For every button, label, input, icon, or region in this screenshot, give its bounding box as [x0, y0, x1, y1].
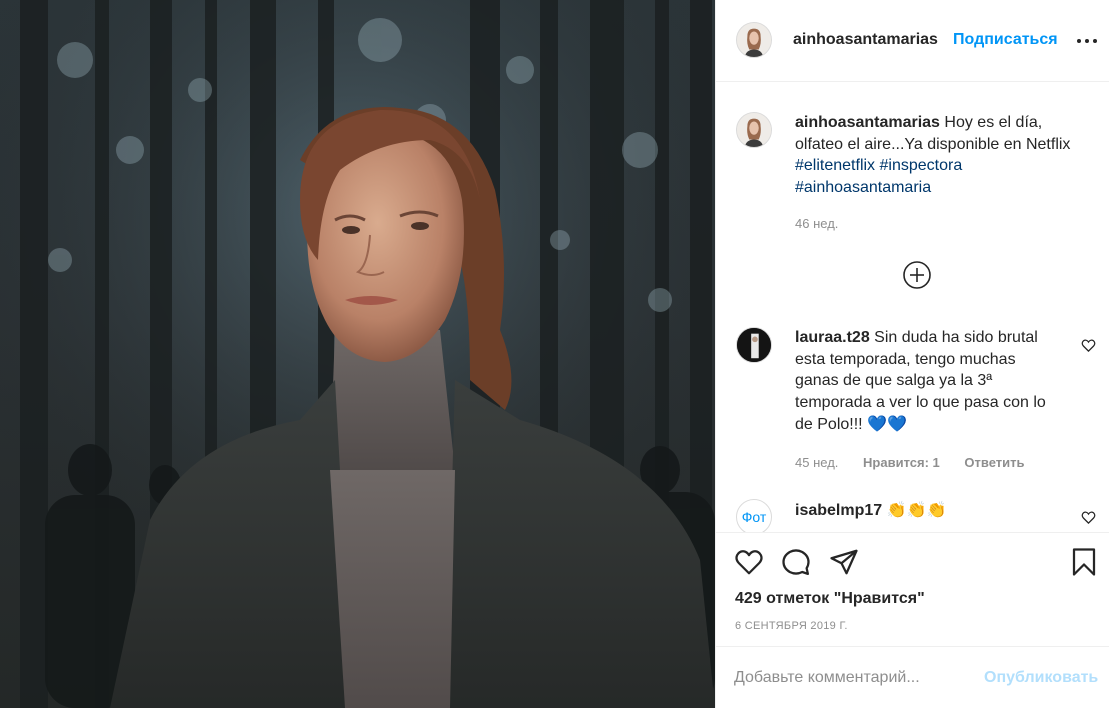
post-photo[interactable] [0, 0, 715, 708]
commenter-avatar[interactable] [736, 327, 772, 363]
plus-circle-icon [903, 261, 931, 289]
comment-item: lauraa.t28 Sin duda ha sido brutal esta … [736, 327, 1096, 477]
author-username[interactable]: ainhoasantamarias [793, 31, 938, 49]
comment-input[interactable] [734, 667, 974, 689]
hashtag-link[interactable]: #inspectora [880, 157, 963, 174]
like-button[interactable] [734, 547, 764, 577]
likes-count[interactable]: 429 отметок "Нравится" [735, 590, 925, 608]
publish-button[interactable]: Опубликовать [984, 669, 1098, 687]
hashtag-link[interactable]: #ainhoasantamaria [795, 179, 931, 196]
comment-username[interactable]: isabelmp17 [795, 502, 882, 519]
caption-author-avatar[interactable] [736, 112, 772, 148]
share-button[interactable] [829, 547, 859, 577]
comment-icon [782, 549, 810, 575]
avatar-portrait-icon [737, 328, 771, 362]
comment-text: lauraa.t28 Sin duda ha sido brutal esta … [795, 327, 1055, 436]
instagram-post-modal: ainhoasantamarias • Подписаться [0, 0, 1109, 708]
comment-item: Фот isabelmp17 👏👏👏 [736, 499, 1096, 532]
load-more-comments-button[interactable] [902, 260, 932, 290]
follow-button[interactable]: Подписаться [953, 31, 1058, 49]
like-comment-button[interactable] [1081, 338, 1096, 353]
post-date[interactable]: 6 СЕНТЯБРЯ 2019 Г. [735, 620, 848, 632]
commenter-avatar[interactable]: Фот [736, 499, 772, 532]
post-actions: 429 отметок "Нравится" 6 СЕНТЯБРЯ 2019 Г… [716, 532, 1109, 646]
comments-list[interactable]: ainhoasantamarias Hoy es el día, olfateo… [716, 82, 1109, 532]
reply-button[interactable]: Ответить [964, 455, 1024, 470]
caption-username[interactable]: ainhoasantamarias [795, 114, 940, 131]
comment-meta: 45 нед. Нравится: 1 Ответить [795, 455, 1024, 470]
caption-time[interactable]: 46 нед. [795, 216, 838, 231]
comment-text: isabelmp17 👏👏👏 [795, 499, 1085, 522]
post-side-panel: ainhoasantamarias • Подписаться [715, 0, 1109, 708]
save-button[interactable] [1069, 547, 1099, 577]
comment-emoji: 💙💙 [867, 414, 907, 433]
author-avatar[interactable] [736, 22, 772, 58]
like-comment-button[interactable] [1081, 510, 1096, 525]
avatar-placeholder-text: Фот [741, 509, 767, 525]
comment-emoji: 👏👏👏 [886, 500, 947, 519]
post-header: ainhoasantamarias • Подписаться [716, 0, 1109, 82]
avatar-portrait-icon [737, 113, 771, 147]
caption-meta: 46 нед. [795, 216, 838, 231]
heart-icon [735, 550, 763, 575]
heart-outline-icon [1081, 339, 1096, 353]
caption: ainhoasantamarias Hoy es el día, olfateo… [736, 112, 1096, 232]
more-options-button[interactable] [1076, 30, 1100, 50]
caption-text: ainhoasantamarias Hoy es el día, olfateo… [795, 112, 1085, 198]
more-icon [1077, 39, 1081, 43]
photo-illustration [0, 0, 715, 708]
more-icon-dot [1093, 39, 1097, 43]
avatar-portrait-icon [737, 23, 771, 57]
comment-likes[interactable]: Нравится: 1 [863, 455, 940, 470]
share-icon [830, 549, 858, 575]
more-icon-dot [1085, 39, 1089, 43]
comment-time[interactable]: 45 нед. [795, 455, 838, 470]
comment-username[interactable]: lauraa.t28 [795, 329, 870, 346]
comment-button[interactable] [781, 547, 811, 577]
add-comment-form: Опубликовать [716, 646, 1109, 708]
hashtag-link[interactable]: #elitenetflix [795, 157, 875, 174]
bookmark-icon [1072, 548, 1096, 576]
heart-outline-icon [1081, 511, 1096, 525]
